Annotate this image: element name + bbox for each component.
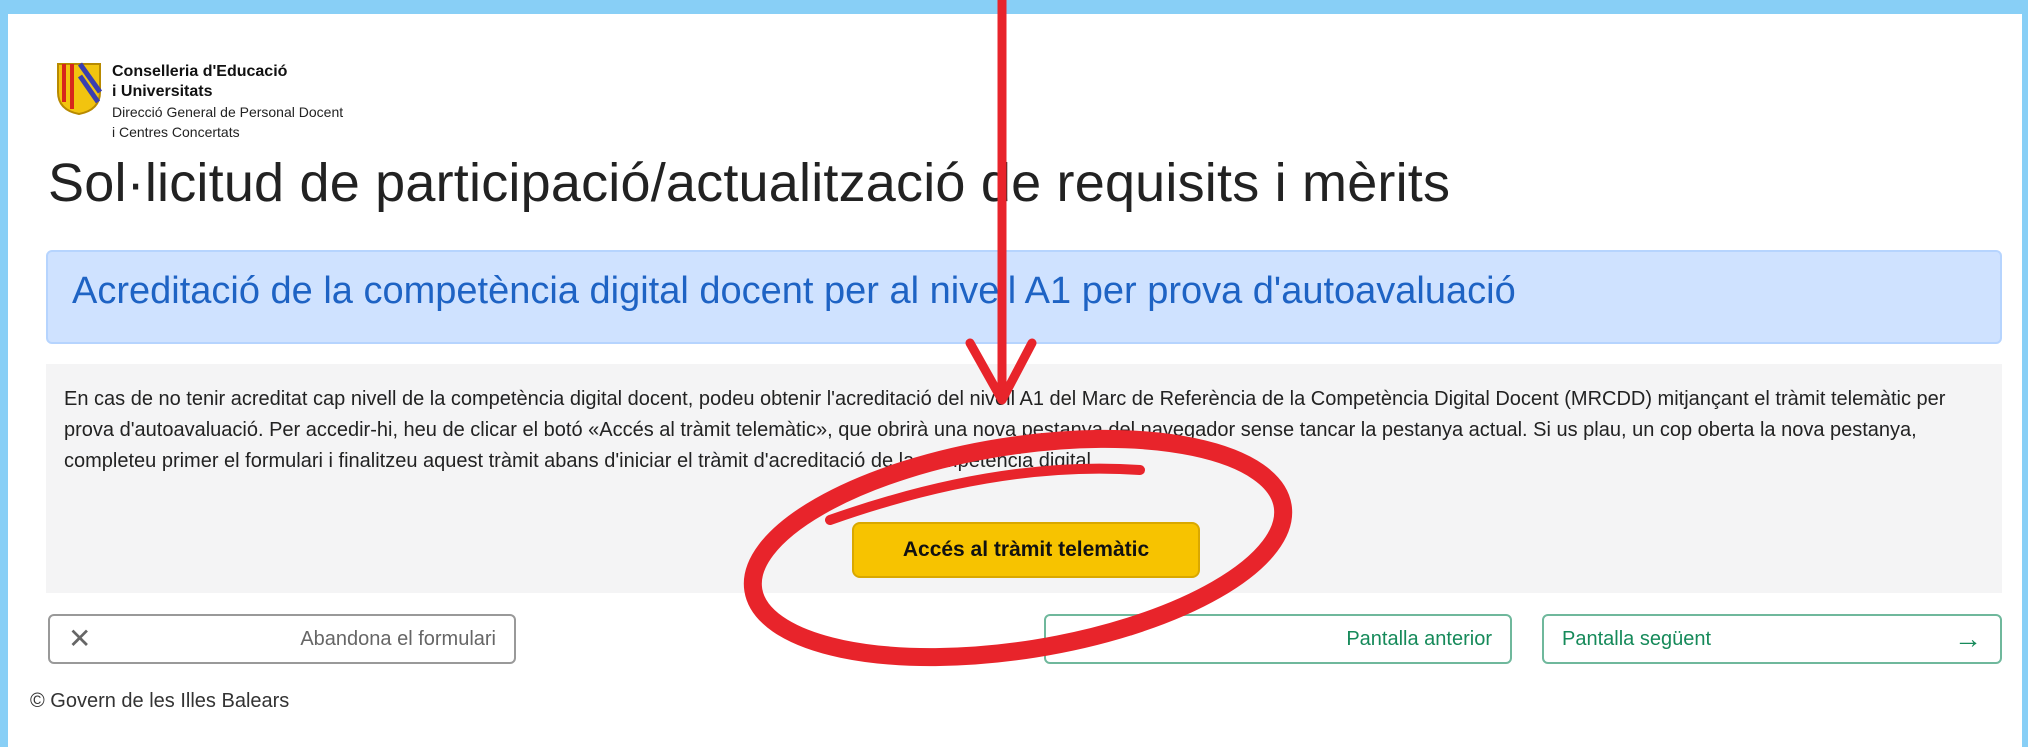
section-description: En cas de no tenir acreditat cap nivell … xyxy=(64,388,1946,472)
section-header-panel: Acreditació de la competència digital do… xyxy=(46,250,2002,344)
previous-screen-button[interactable]: ← Pantalla anterior xyxy=(1044,614,1512,664)
page-title: Sol·licitud de participació/actualitzaci… xyxy=(48,153,1451,213)
page: Conselleria d'Educació i Universitats Di… xyxy=(8,14,2022,747)
balearic-shield-icon xyxy=(57,62,102,116)
next-screen-button[interactable]: Pantalla següent → xyxy=(1542,614,2002,664)
arrow-left-icon: ← xyxy=(1064,623,1092,654)
section-heading: Acreditació de la competència digital do… xyxy=(72,270,1516,312)
org-line4: i Centres Concertats xyxy=(112,124,240,140)
previous-screen-label: Pantalla anterior xyxy=(1346,627,1492,650)
access-procedure-label: Accés al tràmit telemàtic xyxy=(902,538,1150,561)
org-name: Conselleria d'Educació i Universitats Di… xyxy=(112,62,343,142)
abandon-form-button[interactable]: ✕ Abandona el formulari xyxy=(48,614,516,664)
org-line3: Direcció General de Personal Docent xyxy=(112,104,344,120)
header-brand: Conselleria d'Educació i Universitats Di… xyxy=(56,62,343,142)
org-line2: i Universitats xyxy=(112,83,213,100)
org-line1: Conselleria d'Educació xyxy=(112,63,288,80)
next-screen-label: Pantalla següent xyxy=(1562,627,1712,650)
access-procedure-button[interactable]: Accés al tràmit telemàtic xyxy=(852,522,1200,578)
footer-copyright: © Govern de les Illes Balears xyxy=(30,690,290,712)
abandon-form-label: Abandona el formulari xyxy=(300,627,496,650)
arrow-right-icon: → xyxy=(1954,623,1982,654)
close-icon: ✕ xyxy=(68,623,92,654)
